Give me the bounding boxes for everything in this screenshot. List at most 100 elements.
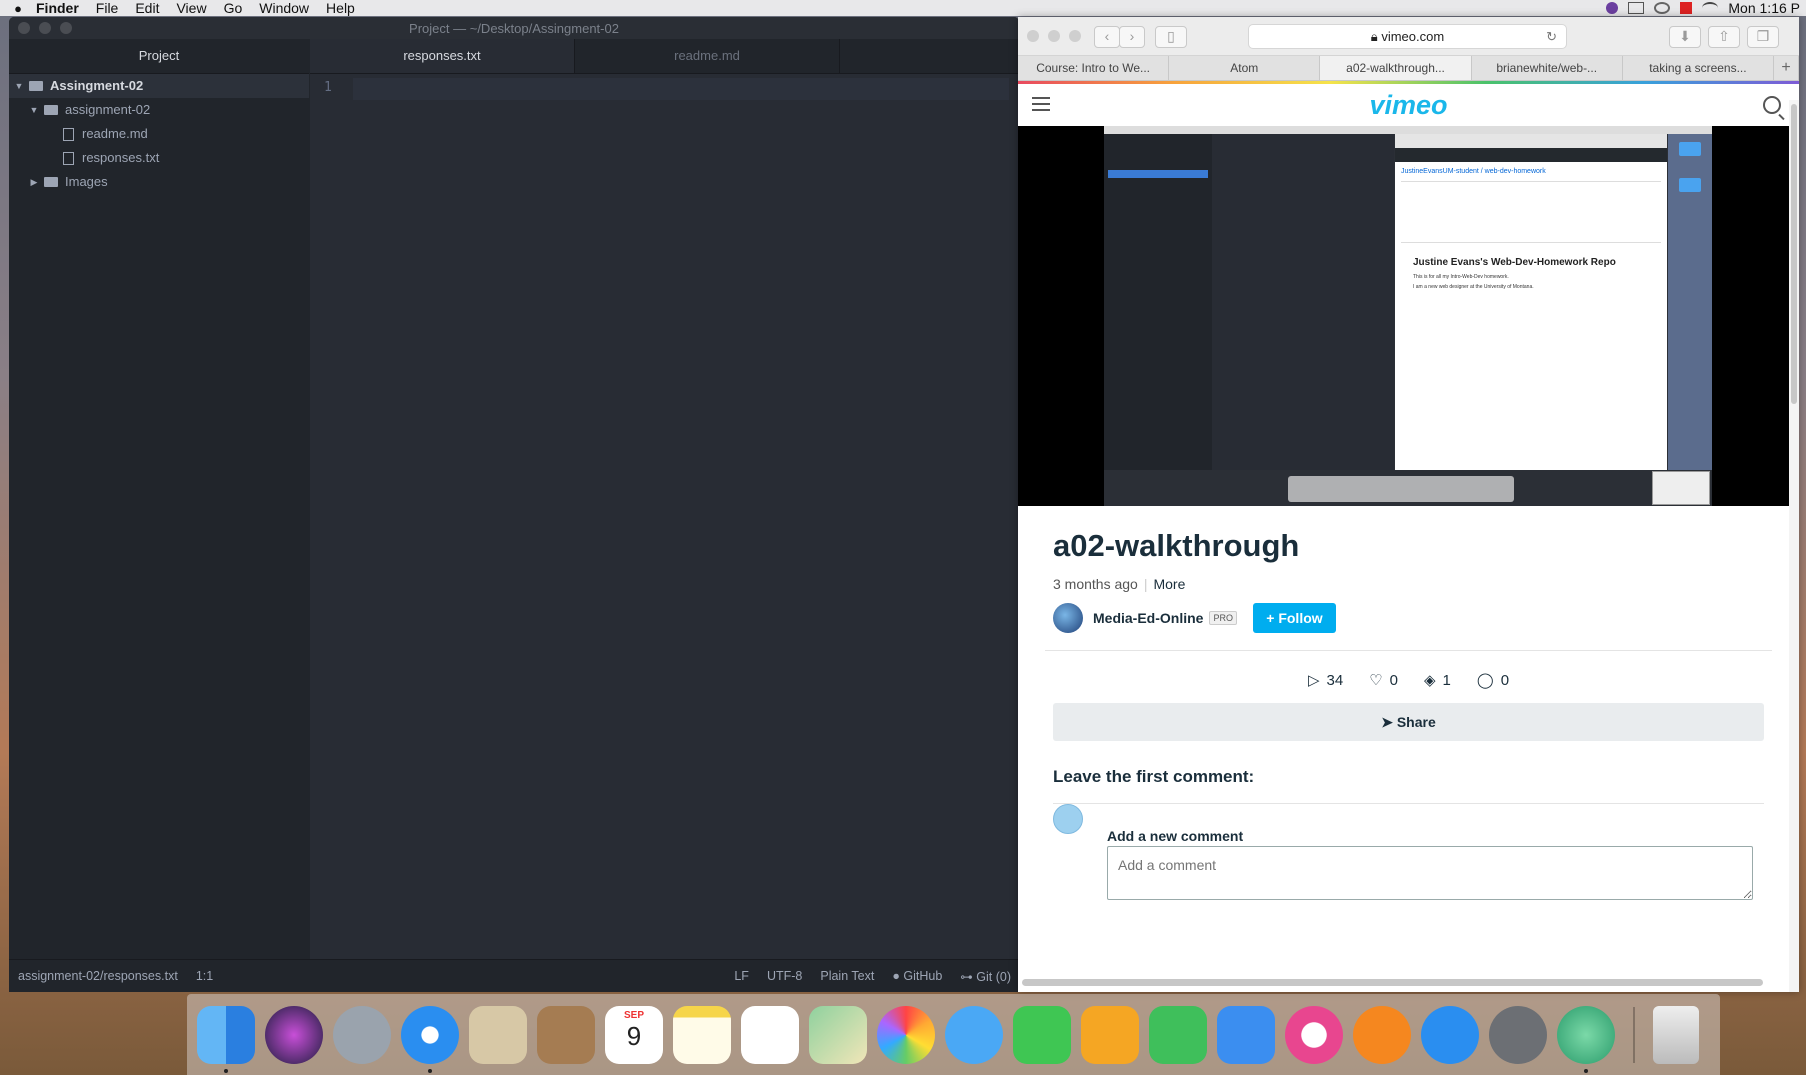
- minimize-window-icon[interactable]: [1048, 30, 1060, 42]
- status-file-path[interactable]: assignment-02/responses.txt: [18, 969, 178, 983]
- video-player[interactable]: JustineEvansUM-student / web-dev-homewor…: [1018, 126, 1799, 506]
- mail-icon[interactable]: [469, 1005, 527, 1064]
- line-number: 1: [324, 80, 332, 95]
- messages-icon[interactable]: [945, 1005, 1003, 1064]
- video-info: a02-walkthrough 3 months ago | More Media-…: [1018, 528, 1799, 914]
- forward-button[interactable]: ›: [1119, 26, 1145, 48]
- share-button[interactable]: ➤ Share: [1053, 703, 1764, 741]
- reminders-icon[interactable]: [741, 1005, 799, 1064]
- atom-status-bar: assignment-02/responses.txt 1:1 LF UTF-8…: [9, 959, 1019, 992]
- minimize-window-icon[interactable]: [39, 22, 51, 34]
- sidebar-button[interactable]: ▯: [1155, 26, 1187, 48]
- status-encoding[interactable]: UTF-8: [767, 969, 802, 983]
- tree-file-readme-label: readme.md: [82, 126, 148, 141]
- menu-edit[interactable]: Edit: [135, 0, 159, 16]
- tree-file-responses[interactable]: responses.txt: [9, 146, 309, 170]
- tabs-overview-button[interactable]: ❐: [1747, 26, 1779, 48]
- notes-icon[interactable]: [673, 1005, 731, 1064]
- facetime-icon[interactable]: [1013, 1005, 1071, 1064]
- tab-responses[interactable]: responses.txt: [310, 39, 575, 73]
- tree-images-folder[interactable]: ▶ Images: [9, 170, 309, 194]
- wifi-icon[interactable]: [1702, 2, 1719, 14]
- menu-app-name[interactable]: Finder: [36, 0, 79, 16]
- reload-icon[interactable]: ↻: [1546, 25, 1557, 48]
- apple-menu-icon[interactable]: ●: [0, 1, 36, 16]
- browser-tab-active[interactable]: a02-walkthrough...: [1320, 56, 1472, 80]
- downloads-button[interactable]: ⬇︎: [1669, 26, 1701, 48]
- status-git[interactable]: ⊶ Git (0): [960, 969, 1011, 984]
- photos-icon[interactable]: [877, 1005, 935, 1064]
- system-preferences-icon[interactable]: [1489, 1005, 1547, 1064]
- browser-tab[interactable]: brianewhite/web-...: [1472, 56, 1623, 80]
- divider: [1045, 650, 1772, 651]
- close-window-icon[interactable]: [18, 22, 30, 34]
- status-sync-icon[interactable]: [1628, 2, 1645, 14]
- video-age: 3 months ago: [1053, 576, 1138, 592]
- editor-pane[interactable]: responses.txt readme.md 1: [310, 39, 1019, 960]
- status-app-icon[interactable]: [1606, 2, 1619, 14]
- comment-input[interactable]: [1107, 846, 1753, 900]
- zoom-window-icon[interactable]: [1069, 30, 1081, 42]
- status-cursor-position[interactable]: 1:1: [196, 969, 213, 983]
- follow-button[interactable]: + Follow: [1252, 603, 1336, 633]
- zoom-window-icon[interactable]: [60, 22, 72, 34]
- creative-cloud-icon[interactable]: [1654, 2, 1671, 14]
- atom-titlebar[interactable]: Project — ~/Desktop/Assingment-02: [9, 17, 1019, 39]
- trash-icon[interactable]: [1653, 1005, 1699, 1064]
- browser-tab[interactable]: Course: Intro to We...: [1018, 56, 1170, 80]
- vimeo-logo[interactable]: vimeo: [1018, 90, 1799, 121]
- app-store-icon[interactable]: [1421, 1005, 1479, 1064]
- tree-root-folder[interactable]: ▼ Assingment-02: [9, 74, 309, 98]
- comments-stat[interactable]: ◯ 0: [1477, 671, 1509, 690]
- calendar-month: SEP: [623, 1009, 644, 1021]
- address-bar[interactable]: 🔒︎ vimeo.com ↻: [1248, 24, 1567, 49]
- search-icon[interactable]: [1763, 96, 1781, 114]
- owner-avatar[interactable]: [1053, 603, 1083, 633]
- more-link[interactable]: More: [1153, 576, 1185, 592]
- itunes-icon[interactable]: [1285, 1005, 1343, 1064]
- frame-readme-title: Justine Evans's Web-Dev-Homework Repo: [1413, 257, 1616, 268]
- menu-go[interactable]: Go: [224, 0, 243, 16]
- horizontal-scrollbar[interactable]: [1022, 979, 1763, 986]
- tree-file-readme[interactable]: readme.md: [9, 122, 309, 146]
- browser-tab[interactable]: Atom: [1169, 56, 1321, 80]
- frame-readme-text-2: I am a new web designer at the Universit…: [1413, 284, 1534, 290]
- atom-window-controls: [18, 22, 72, 34]
- likes-stat[interactable]: ♡ 0: [1369, 671, 1398, 690]
- plays-stat[interactable]: ▷ 34: [1308, 671, 1343, 690]
- tree-subfolder[interactable]: ▼ assignment-02: [9, 98, 309, 122]
- numbers-icon[interactable]: [1149, 1005, 1207, 1064]
- calendar-icon[interactable]: SEP 9: [605, 1005, 663, 1064]
- new-tab-button[interactable]: +: [1774, 56, 1799, 80]
- vertical-scrollbar[interactable]: [1789, 100, 1799, 992]
- safari-icon[interactable]: [401, 1005, 459, 1073]
- ibooks-icon[interactable]: [1353, 1005, 1411, 1064]
- menu-view[interactable]: View: [176, 0, 206, 16]
- status-github[interactable]: ● GitHub: [892, 969, 942, 983]
- menu-file[interactable]: File: [96, 0, 119, 16]
- keynote-icon[interactable]: [1217, 1005, 1275, 1064]
- maps-icon[interactable]: [809, 1005, 867, 1064]
- pages-icon[interactable]: [1081, 1005, 1139, 1064]
- finder-icon[interactable]: [197, 1005, 255, 1073]
- editor-line[interactable]: 1: [310, 78, 1019, 102]
- siri-icon[interactable]: [265, 1005, 323, 1064]
- project-tree-header: Project: [9, 39, 309, 74]
- share-toolbar-button[interactable]: ⇧: [1708, 26, 1740, 48]
- close-window-icon[interactable]: [1027, 30, 1039, 42]
- flash-status-icon[interactable]: [1680, 2, 1693, 14]
- launchpad-icon[interactable]: [333, 1005, 391, 1064]
- back-button[interactable]: ‹: [1094, 26, 1120, 48]
- browser-tab[interactable]: taking a screens...: [1623, 56, 1775, 80]
- frame-divider: [1401, 181, 1661, 182]
- menu-help[interactable]: Help: [326, 0, 355, 16]
- owner-name[interactable]: Media-Ed-Online: [1093, 610, 1203, 626]
- menu-window[interactable]: Window: [259, 0, 309, 16]
- tab-readme[interactable]: readme.md: [575, 39, 840, 73]
- atom-icon[interactable]: [1557, 1005, 1615, 1073]
- status-grammar[interactable]: Plain Text: [820, 969, 874, 983]
- status-line-ending[interactable]: LF: [734, 969, 749, 983]
- menubar-clock[interactable]: Mon 1:16 P: [1728, 0, 1800, 16]
- collections-stat[interactable]: ◈ 1: [1424, 671, 1451, 690]
- contacts-icon[interactable]: [537, 1005, 595, 1064]
